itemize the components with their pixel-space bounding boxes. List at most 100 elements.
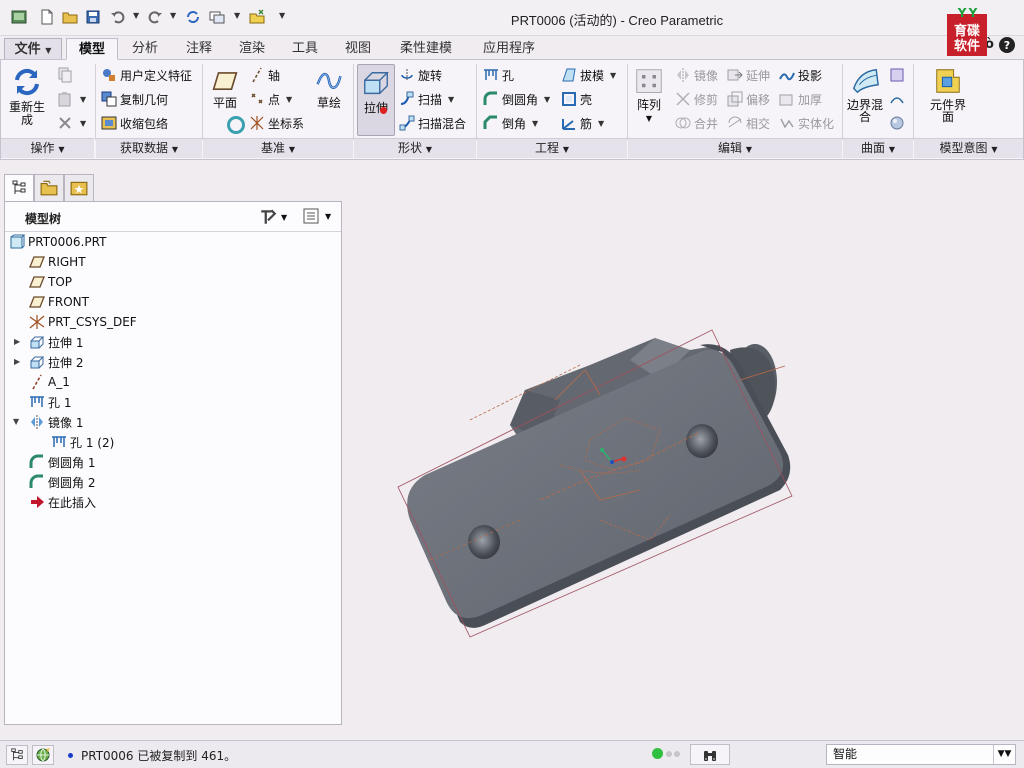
chamfer-button[interactable]: 倒角 ▼ [483,114,538,132]
group-operations[interactable]: 操作 ▼ [1,138,94,158]
tab-analysis[interactable]: 分析 [120,38,170,60]
copy-button[interactable] [57,66,76,84]
merge-button[interactable]: 合并 [675,114,718,132]
part-model-view[interactable] [343,160,1024,736]
tab-view[interactable]: 视图 [333,38,383,60]
tree-item-front-plane[interactable]: FRONT [29,292,89,312]
thicken-button[interactable]: 加厚 [779,90,822,108]
mirror-icon [677,68,689,82]
round-button[interactable]: 倒圆角 ▼ [483,90,550,108]
group-get-data[interactable]: 获取数据 ▼ [96,138,202,158]
regeneration-status-indicator[interactable] [652,748,680,759]
tree-item-round-2[interactable]: 倒圆角 2 [29,472,95,492]
mirror-button[interactable]: 镜像 [675,66,718,84]
datum-point-button[interactable]: 点 ▼ [249,90,292,108]
tree-show-button[interactable]: ▼ [303,208,331,224]
expand-arrow-icon[interactable]: ▶ [14,357,20,366]
regenerate-small-icon[interactable] [184,8,202,26]
undo-dropdown-icon[interactable]: ▼ [133,11,139,20]
paste-button[interactable]: ▼ [57,90,86,108]
solidify-button[interactable]: 实体化 [779,114,834,132]
component-interface-button[interactable]: 元件界面 [925,66,971,123]
udf-button[interactable]: 用户定义特征 [101,66,192,84]
group-datum[interactable]: 基准 ▼ [203,138,353,158]
trim-button[interactable]: 修剪 [675,90,718,108]
regenerate-button[interactable]: 重新生成 [7,66,47,127]
navigator-tab-model-tree[interactable] [4,174,34,202]
boundary-blend-button[interactable]: 边界混合 [845,66,885,123]
tree-item-part[interactable]: PRT0006.PRT [9,232,106,252]
collapse-arrow-icon[interactable]: ▼ [13,417,19,426]
sweep-button[interactable]: 扫描 ▼ [399,90,454,108]
shrinkwrap-button[interactable]: 收缩包络 [101,114,168,132]
toggle-browser-button[interactable] [32,745,54,765]
undo-icon[interactable] [109,8,127,26]
tab-applications[interactable]: 应用程序 [472,38,546,60]
graphics-viewport[interactable] [343,160,1024,736]
freestyle-button[interactable] [889,114,908,132]
redo-icon[interactable] [146,8,164,26]
navigator-tab-favorites[interactable] [64,174,94,202]
navigator-tab-folder-browser[interactable] [34,174,64,202]
new-file-icon[interactable] [38,8,56,26]
group-surfaces[interactable]: 曲面 ▼ [843,138,913,158]
shell-button[interactable]: 壳 [561,90,592,108]
draft-button[interactable]: 拔模 ▼ [561,66,616,84]
extend-button[interactable]: 延伸 [727,66,770,84]
extrude-button[interactable]: 拉伸 [357,64,395,136]
pattern-dropdown-icon[interactable]: ▼ [631,112,667,125]
tab-file[interactable]: 文件 ▼ [4,38,62,60]
tree-item-hole-1-copy[interactable]: 孔 1 (2) [51,432,114,452]
redo-dropdown-icon[interactable]: ▼ [170,11,176,20]
group-shapes[interactable]: 形状 ▼ [354,138,476,158]
offset-button[interactable]: 偏移 [727,90,770,108]
find-button[interactable] [690,744,730,765]
close-window-icon[interactable] [248,8,266,26]
group-editing[interactable]: 编辑 ▼ [628,138,842,158]
hole-button[interactable]: 孔 [483,66,514,84]
tree-item-round-1[interactable]: 倒圆角 1 [29,452,95,472]
quick-access-customize-icon[interactable]: ▼ [279,11,285,20]
delete-button[interactable]: ▼ [57,114,86,132]
datum-plane-button[interactable]: 平面 [207,68,243,110]
rib-button[interactable]: 筋 ▼ [561,114,604,132]
project-button[interactable]: 投影 [779,66,822,84]
selection-filter-select[interactable]: 智能 ▼▼ [826,744,1016,765]
tab-tools[interactable]: 工具 [280,38,330,60]
swept-blend-label: 扫描混合 [418,116,467,131]
tab-flexible-modeling[interactable]: 柔性建模 [388,38,464,60]
tab-annotate[interactable]: 注释 [174,38,224,60]
windows-icon[interactable] [208,8,226,26]
tree-item-axis[interactable]: A_1 [29,372,70,392]
toggle-navigator-button[interactable] [6,745,28,765]
tree-item-top-plane[interactable]: TOP [29,272,72,292]
group-model-intent[interactable]: 模型意图 ▼ [914,138,1023,158]
tree-settings-button[interactable]: ▼ [259,208,287,226]
pattern-button[interactable]: 阵列 ▼ [631,68,667,125]
tree-item-mirror-1[interactable]: 镜像 1 [29,412,83,432]
datum-axis-button[interactable]: 轴 [249,66,280,84]
tree-item-csys[interactable]: PRT_CSYS_DEF [29,312,137,332]
style-surface-button[interactable] [889,90,908,108]
tree-item-extrude-1[interactable]: 拉伸 1 [29,332,83,352]
group-engineering[interactable]: 工程 ▼ [477,138,627,158]
save-icon[interactable] [84,8,102,26]
tab-model[interactable]: 模型 [66,38,118,60]
expand-arrow-icon[interactable]: ▶ [14,337,20,346]
intersect-button[interactable]: 相交 [727,114,770,132]
tree-item-insert-here[interactable]: 在此插入 [29,492,96,512]
sketch-button[interactable]: 草绘 [311,68,347,110]
datum-csys-button[interactable]: 坐标系 [249,114,304,132]
tree-item-hole-1[interactable]: 孔 1 [29,392,71,412]
fill-surface-button[interactable] [889,66,908,84]
chevron-down-icon[interactable]: ▼▼ [993,745,1015,764]
app-icon[interactable] [10,8,28,26]
windows-dropdown-icon[interactable]: ▼ [234,11,240,20]
copy-geometry-button[interactable]: 复制几何 [101,90,168,108]
revolve-button[interactable]: 旋转 [399,66,442,84]
tab-render[interactable]: 渲染 [227,38,277,60]
tree-item-right-plane[interactable]: RIGHT [29,252,86,272]
open-folder-icon[interactable] [61,8,79,26]
swept-blend-button[interactable]: 扫描混合 [399,114,466,132]
tree-item-extrude-2[interactable]: 拉伸 2 [29,352,83,372]
